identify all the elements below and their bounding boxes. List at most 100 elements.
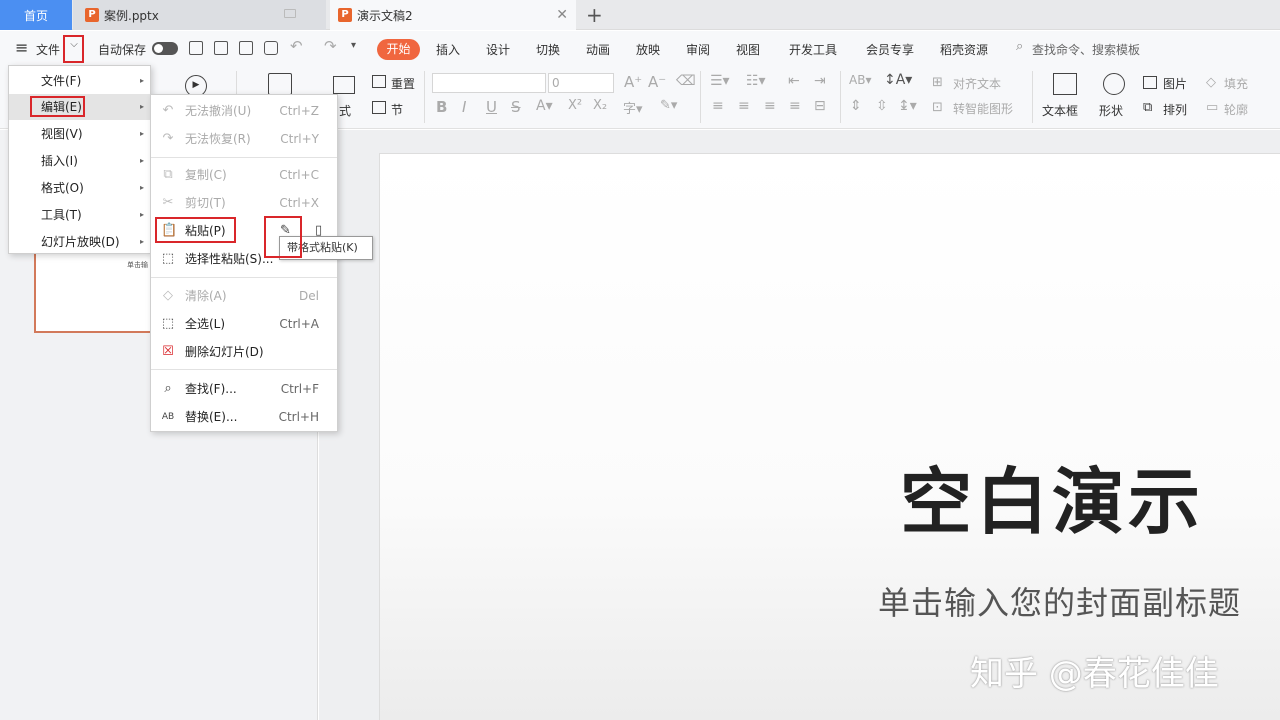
font-family-select[interactable] <box>432 73 546 93</box>
menu-item-undo[interactable]: ↶ 无法撤消(U) Ctrl+Z <box>151 97 337 125</box>
chevron-right-icon: ▸ <box>139 183 144 192</box>
text-direction-icon[interactable]: AB▾ <box>849 73 871 87</box>
tab-docer[interactable]: 稻壳资源 <box>940 41 988 58</box>
menu-item-label: 清除(A) <box>185 289 227 303</box>
slide-subtitle[interactable]: 单击输入您的封面副标题 <box>878 578 1241 624</box>
numbered-list-icon[interactable]: ☷▾ <box>746 73 766 89</box>
outdent-icon[interactable]: ⇤ <box>788 73 800 89</box>
reset-button[interactable]: 重置 <box>391 75 415 92</box>
increase-font-icon[interactable]: A⁺ <box>624 73 642 91</box>
subscript-icon[interactable]: X₂ <box>593 98 607 113</box>
menu-item-view[interactable]: 视图(V) ▸ <box>9 121 150 147</box>
tab-transition[interactable]: 切换 <box>536 41 560 58</box>
menu-item-replace[interactable]: AB 替换(E)... Ctrl+H <box>151 403 337 431</box>
edit-submenu: ↶ 无法撤消(U) Ctrl+Z ↷ 无法恢复(R) Ctrl+Y ⧉ 复制(C) Ctrl… <box>150 94 338 432</box>
tab-slideshow[interactable]: 放映 <box>636 41 660 58</box>
menu-item-find[interactable]: ⌕ 查找(F)... Ctrl+F <box>151 375 337 403</box>
tab-doc-label: 演示文稿2 <box>357 8 413 23</box>
divider <box>700 71 701 123</box>
slide-thumbnail[interactable]: 单击输 <box>34 248 154 333</box>
align-right-icon[interactable]: ≡ <box>764 98 776 114</box>
tab-developer[interactable]: 开发工具 <box>789 41 837 58</box>
menu-item-redo[interactable]: ↷ 无法恢复(R) Ctrl+Y <box>151 125 337 153</box>
outline-button[interactable]: 轮廓 <box>1224 101 1248 118</box>
menu-item-cut[interactable]: ✂ 剪切(T) Ctrl+X <box>151 189 337 217</box>
export-pdf-icon[interactable] <box>214 41 228 55</box>
font-color-icon[interactable]: A▾ <box>536 98 553 114</box>
menu-item-format[interactable]: 格式(O) ▸ <box>9 175 150 201</box>
layout-icon[interactable] <box>333 76 355 94</box>
italic-button[interactable]: I <box>462 98 466 116</box>
font-size-select[interactable]: 0 <box>548 73 614 93</box>
undo-icon[interactable]: ↶ <box>290 37 303 55</box>
slide-title[interactable]: 空白演示 <box>900 443 1204 548</box>
menu-item-label: 无法恢复(R) <box>185 132 251 146</box>
bold-button[interactable]: B <box>436 98 447 116</box>
line-spacing-icon[interactable]: ↕A▾ <box>884 72 912 88</box>
smart-shape-button[interactable]: 转智能图形 <box>953 100 1013 117</box>
strikethrough-button[interactable]: S <box>511 98 521 116</box>
command-search-input[interactable]: 查找命令、搜索模板 <box>1032 41 1140 58</box>
menu-item-tools[interactable]: 工具(T) ▸ <box>9 202 150 228</box>
print-icon[interactable] <box>239 41 253 55</box>
tab-member[interactable]: 会员专享 <box>866 41 914 58</box>
align-center-icon[interactable]: ≡ <box>738 98 750 114</box>
autosave-toggle[interactable] <box>152 42 178 55</box>
close-tab-icon[interactable]: ✕ <box>556 7 568 23</box>
tab-view[interactable]: 视图 <box>736 41 760 58</box>
quick-access-more-icon[interactable]: ▾ <box>351 40 356 51</box>
tab-case-file[interactable]: P 案例.pptx <box>73 0 326 30</box>
chevron-right-icon: ▸ <box>139 129 144 138</box>
tab-review[interactable]: 审阅 <box>686 41 710 58</box>
superscript-icon[interactable]: X² <box>568 98 582 113</box>
bullet-list-icon[interactable]: ☰▾ <box>710 73 730 89</box>
tab-start[interactable]: 开始 <box>377 39 420 60</box>
tab-home[interactable]: 首页 <box>0 0 72 30</box>
align-text-button[interactable]: 对齐文本 <box>953 75 1001 92</box>
menu-item-delete-slide[interactable]: ☒ 删除幻灯片(D) <box>151 338 337 366</box>
tab-current-doc[interactable]: P 演示文稿2 ✕ <box>330 0 576 30</box>
indent-icon[interactable]: ⇥ <box>814 73 826 89</box>
new-slide-icon[interactable] <box>268 73 292 95</box>
monitor-icon[interactable] <box>284 9 296 18</box>
paragraph-spacing-icon[interactable]: ⇕ <box>850 98 862 114</box>
menu-row: ≡ 文件 ⌵ 自动保存 ↶ ↷ ▾ 开始 插入 设计 切换 动画 放映 审阅 视… <box>0 31 1280 67</box>
hamburger-icon[interactable]: ≡ <box>15 38 28 57</box>
menu-item-slideshow[interactable]: 幻灯片放映(D) ▸ <box>9 229 150 255</box>
highlight-icon[interactable]: ✎▾ <box>660 98 677 113</box>
align-left-icon[interactable]: ≡ <box>712 98 724 114</box>
picture-button[interactable]: 图片 <box>1163 75 1187 92</box>
style-partial-label[interactable]: 式 <box>339 102 351 119</box>
menu-item-file[interactable]: 文件(F) ▸ <box>9 68 150 94</box>
scissors-icon: ✂ <box>162 195 174 210</box>
tab-animation[interactable]: 动画 <box>586 41 610 58</box>
menu-item-copy[interactable]: ⧉ 复制(C) Ctrl+C <box>151 161 337 189</box>
textbox-button[interactable]: 文本框 <box>1042 102 1078 119</box>
spacing-more-icon[interactable]: ↨▾ <box>898 98 917 114</box>
menu-item-insert[interactable]: 插入(I) ▸ <box>9 148 150 174</box>
save-icon[interactable] <box>189 41 203 55</box>
shape-button[interactable]: 形状 <box>1099 102 1123 119</box>
arrange-button[interactable]: 排列 <box>1163 101 1187 118</box>
divider <box>424 71 425 123</box>
distribute-icon[interactable]: ⊟ <box>814 98 826 114</box>
slide-canvas[interactable] <box>379 153 1280 720</box>
pptx-file-icon: P <box>338 8 352 22</box>
new-tab-button[interactable]: + <box>586 3 603 27</box>
line-height-icon[interactable]: ⇳ <box>876 98 888 114</box>
section-button[interactable]: 节 <box>391 101 403 118</box>
decrease-font-icon[interactable]: A⁻ <box>648 73 666 91</box>
print-preview-icon[interactable] <box>264 41 278 55</box>
fill-button[interactable]: 填充 <box>1224 75 1248 92</box>
tab-design[interactable]: 设计 <box>486 41 510 58</box>
annotation-box-paste <box>155 217 236 243</box>
justify-icon[interactable]: ≡ <box>789 98 801 114</box>
menu-item-clear[interactable]: ◇ 清除(A) Del <box>151 282 337 310</box>
clear-format-icon[interactable]: ⌫ <box>676 73 696 89</box>
redo-icon[interactable]: ↷ <box>324 37 337 55</box>
phonetic-icon[interactable]: 字▾ <box>623 98 643 117</box>
menu-item-select-all[interactable]: ⬚ 全选(L) Ctrl+A <box>151 310 337 338</box>
tab-insert[interactable]: 插入 <box>436 41 460 58</box>
file-menu-button[interactable]: 文件 <box>36 41 60 58</box>
underline-button[interactable]: U <box>486 98 497 116</box>
